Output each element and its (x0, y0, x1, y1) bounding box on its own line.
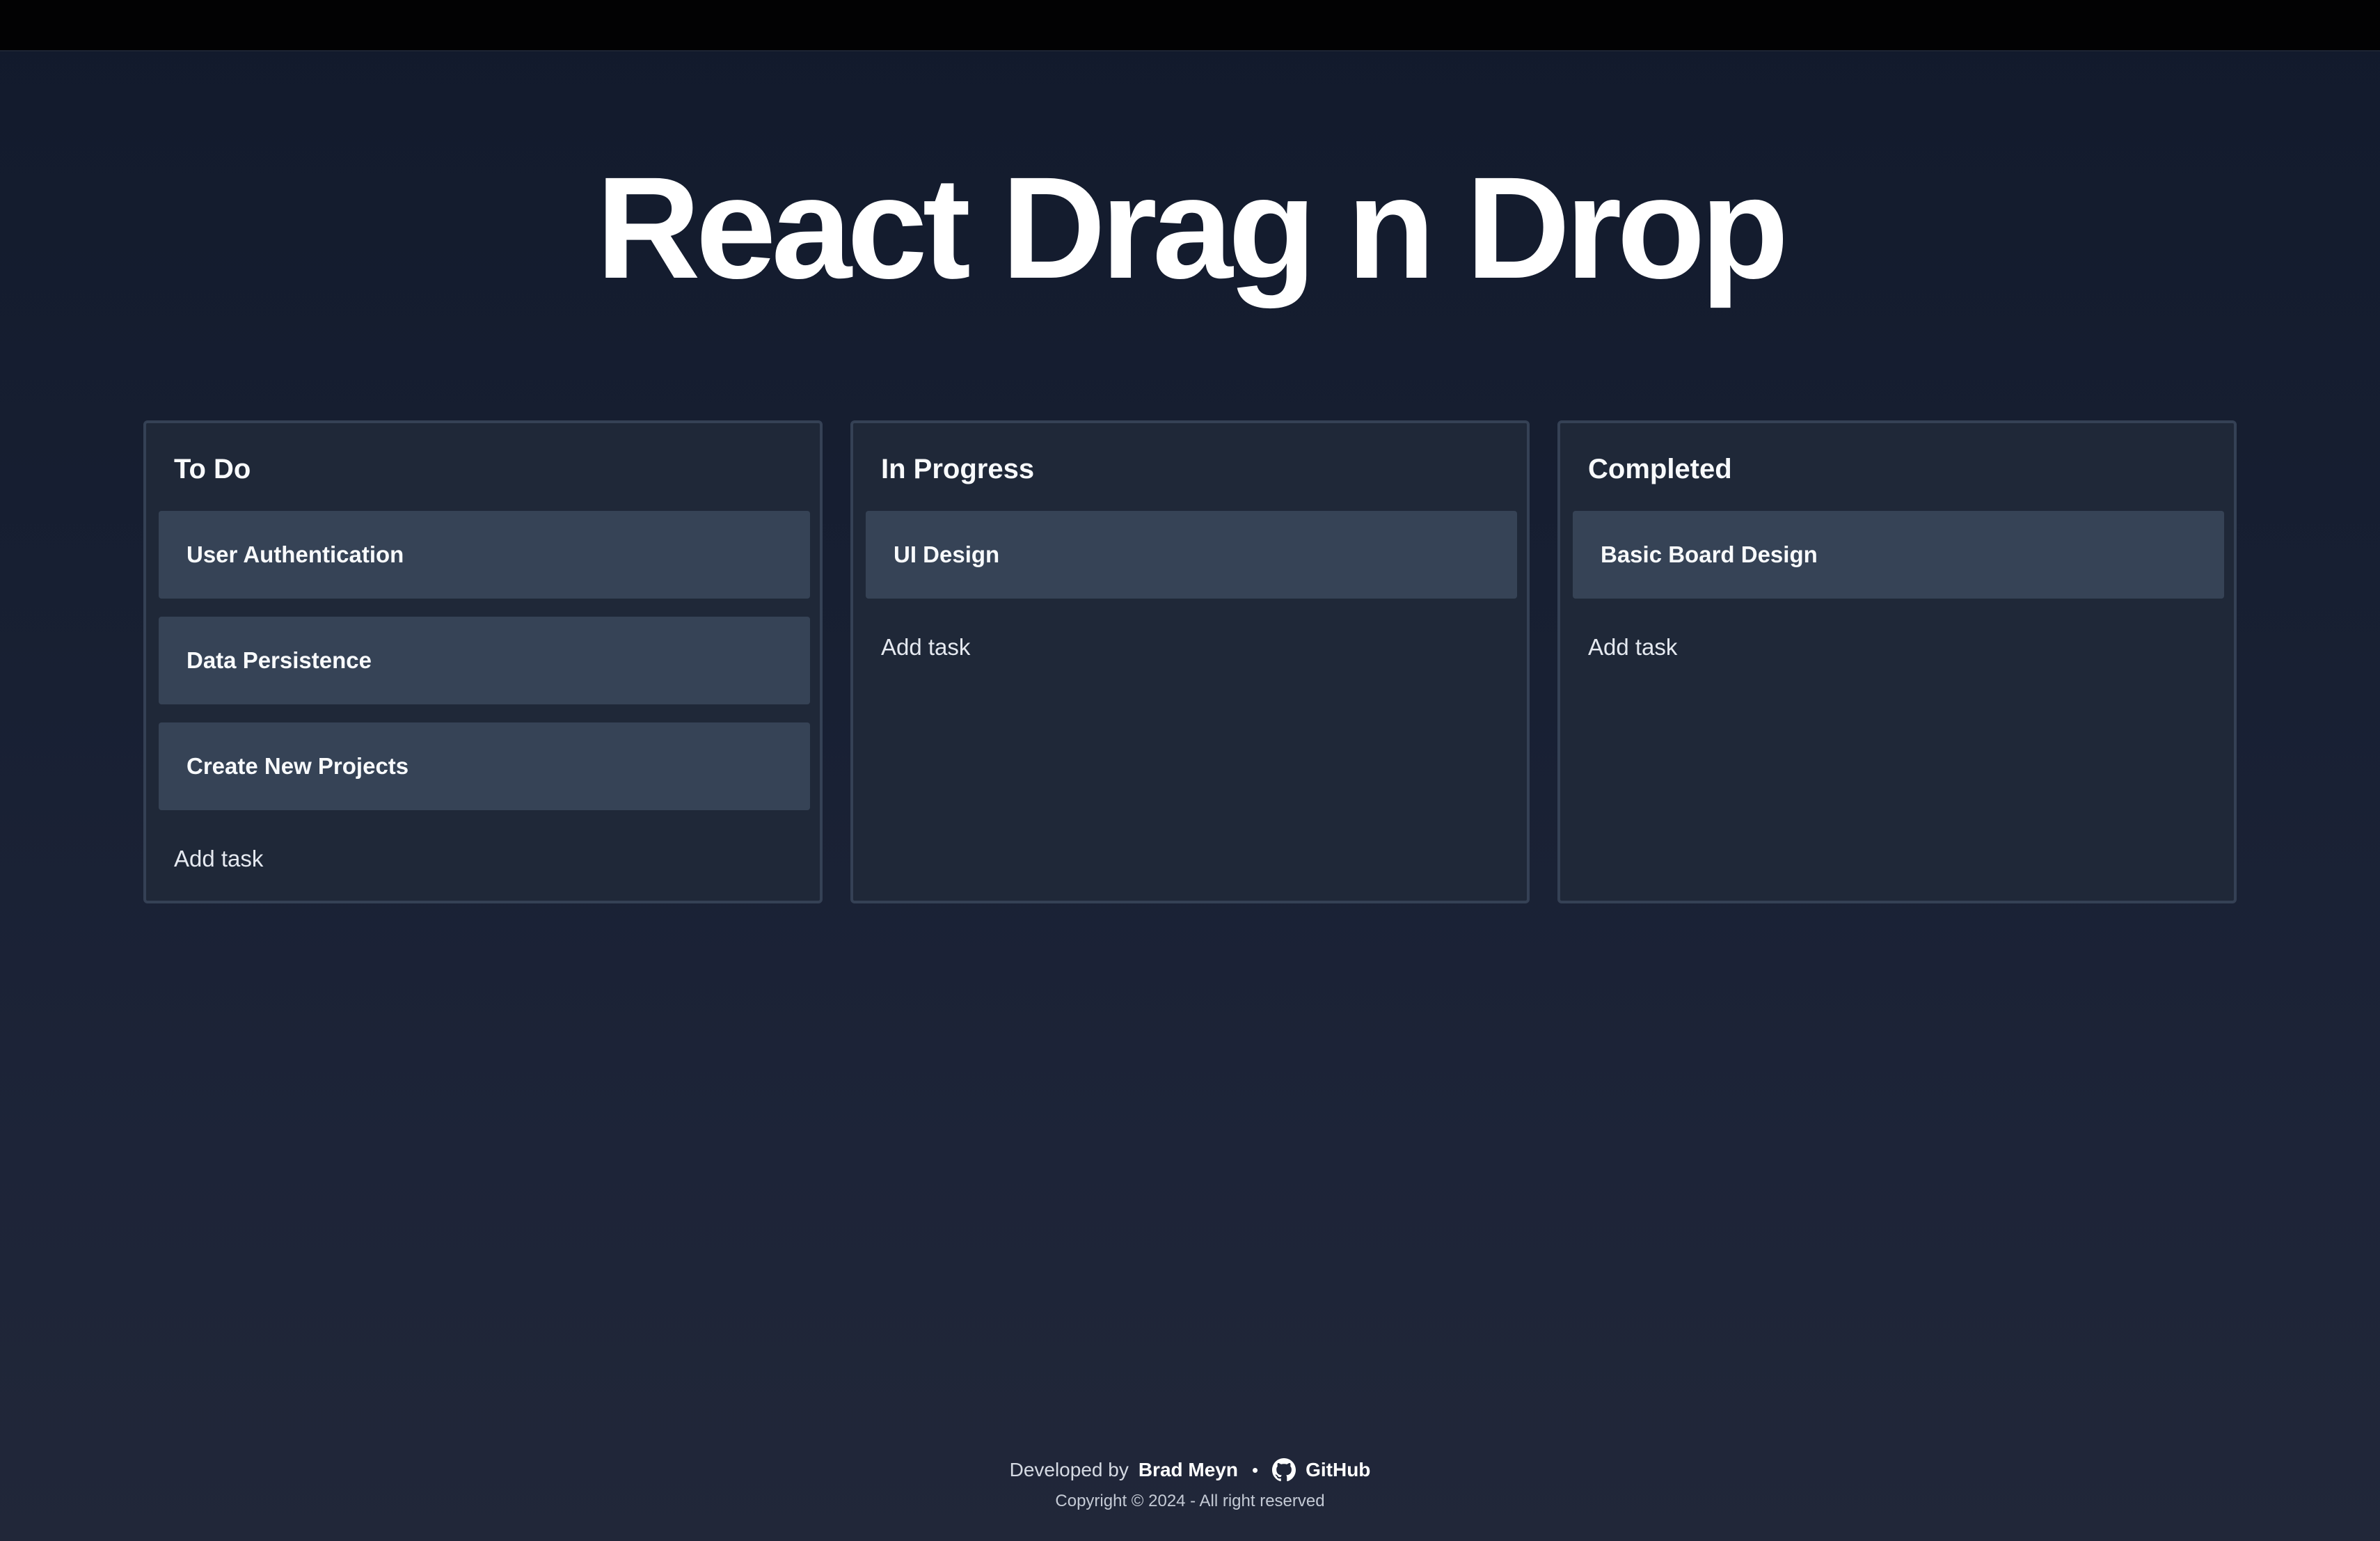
column-title: In Progress (881, 454, 1035, 484)
footer-credits: Developed by Brad Meyn • GitHub (0, 1455, 2380, 1485)
task-card-ui-design[interactable]: UI Design (866, 511, 1517, 599)
task-card-basic-board-design[interactable]: Basic Board Design (1573, 511, 2224, 599)
author-link[interactable]: Brad Meyn (1139, 1455, 1238, 1485)
github-label: GitHub (1306, 1459, 1371, 1480)
task-card-user-authentication[interactable]: User Authentication (159, 511, 810, 599)
task-label: Create New Projects (187, 753, 409, 779)
page-title: React Drag n Drop (596, 148, 1788, 309)
task-label: Basic Board Design (1601, 542, 1818, 567)
github-icon (1272, 1458, 1296, 1482)
footer: Developed by Brad Meyn • GitHub Copyrigh… (0, 1455, 2380, 1513)
task-label: User Authentication (187, 542, 404, 567)
column-title: Completed (1588, 454, 1732, 484)
add-task-button[interactable]: Add task (1588, 632, 1677, 663)
task-card-create-new-projects[interactable]: Create New Projects (159, 722, 810, 810)
column-title: To Do (174, 454, 251, 484)
task-label: UI Design (894, 542, 1000, 567)
task-label: Data Persistence (187, 647, 372, 673)
task-card-data-persistence[interactable]: Data Persistence (159, 617, 810, 704)
browser-top-bar (0, 0, 2380, 52)
separator-dot: • (1251, 1460, 1259, 1480)
kanban-board: To Do User Authentication Data Persisten… (143, 420, 2237, 903)
add-task-button[interactable]: Add task (174, 844, 263, 874)
column-to-do[interactable]: To Do User Authentication Data Persisten… (143, 420, 823, 903)
copyright-text: Copyright © 2024 - All right reserved (1055, 1492, 1325, 1510)
developed-by-text: Developed by (1009, 1459, 1129, 1480)
column-completed[interactable]: Completed Basic Board Design Add task (1557, 420, 2237, 903)
add-task-button[interactable]: Add task (881, 632, 970, 663)
github-link[interactable]: GitHub (1272, 1455, 1370, 1485)
column-in-progress[interactable]: In Progress UI Design Add task (850, 420, 1530, 903)
